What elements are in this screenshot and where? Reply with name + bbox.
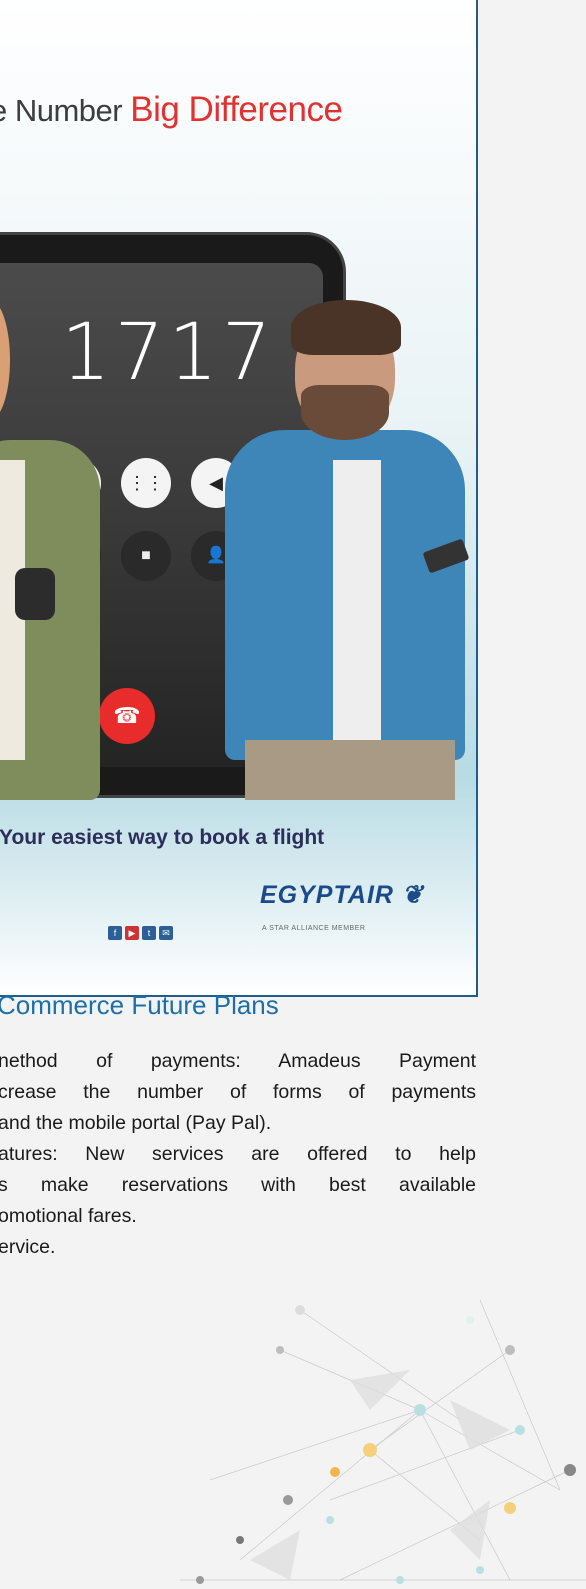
star-alliance-text: A STAR ALLIANCE MEMBER (262, 925, 366, 932)
headline-prefix: e Number (0, 93, 131, 128)
body-line: atures: New services are offered to help (0, 1143, 476, 1165)
ad-headline: e Number Big Difference (0, 90, 343, 130)
headline-highlight: Big Difference (130, 90, 343, 129)
video-icon: ■ (121, 531, 171, 581)
decorative-curve (510, 0, 586, 20)
section-title: Commerce Future Plans (0, 990, 279, 1020)
body-line: s make reservations with best available (0, 1174, 476, 1196)
mail-icon: ✉ (159, 926, 173, 940)
horus-logo-icon: ❦ (393, 881, 424, 909)
network-graphic (180, 1299, 586, 1584)
keypad-icon: ⋮⋮ (121, 458, 171, 508)
man-figure (215, 300, 475, 800)
social-icons: f ▶ t ✉ (108, 923, 176, 941)
body-line: crease the number of forms of payments (0, 1081, 476, 1103)
coffee-cup (15, 568, 55, 620)
body-line: omotional fares. (0, 1205, 137, 1227)
body-line: and the mobile portal (Pay Pal). (0, 1112, 272, 1134)
ad-tagline: Your easiest way to book a flight (0, 826, 325, 849)
egyptair-logo: EGYPTAIR ❦ (260, 881, 424, 909)
woman-figure (0, 300, 110, 800)
facebook-icon: f (108, 926, 122, 940)
body-line: nethod of payments: Amadeus Payment (0, 1050, 476, 1072)
youtube-icon: ▶ (125, 926, 139, 940)
twitter-icon: t (142, 926, 156, 940)
body-line: ervice. (0, 1236, 56, 1258)
egyptair-advertisement: e Number Big Difference 1717 🎙 ⋮⋮ ◀ + ■ … (0, 0, 478, 997)
section-body: nethod of payments: Amadeus Payment crea… (0, 1046, 476, 1263)
